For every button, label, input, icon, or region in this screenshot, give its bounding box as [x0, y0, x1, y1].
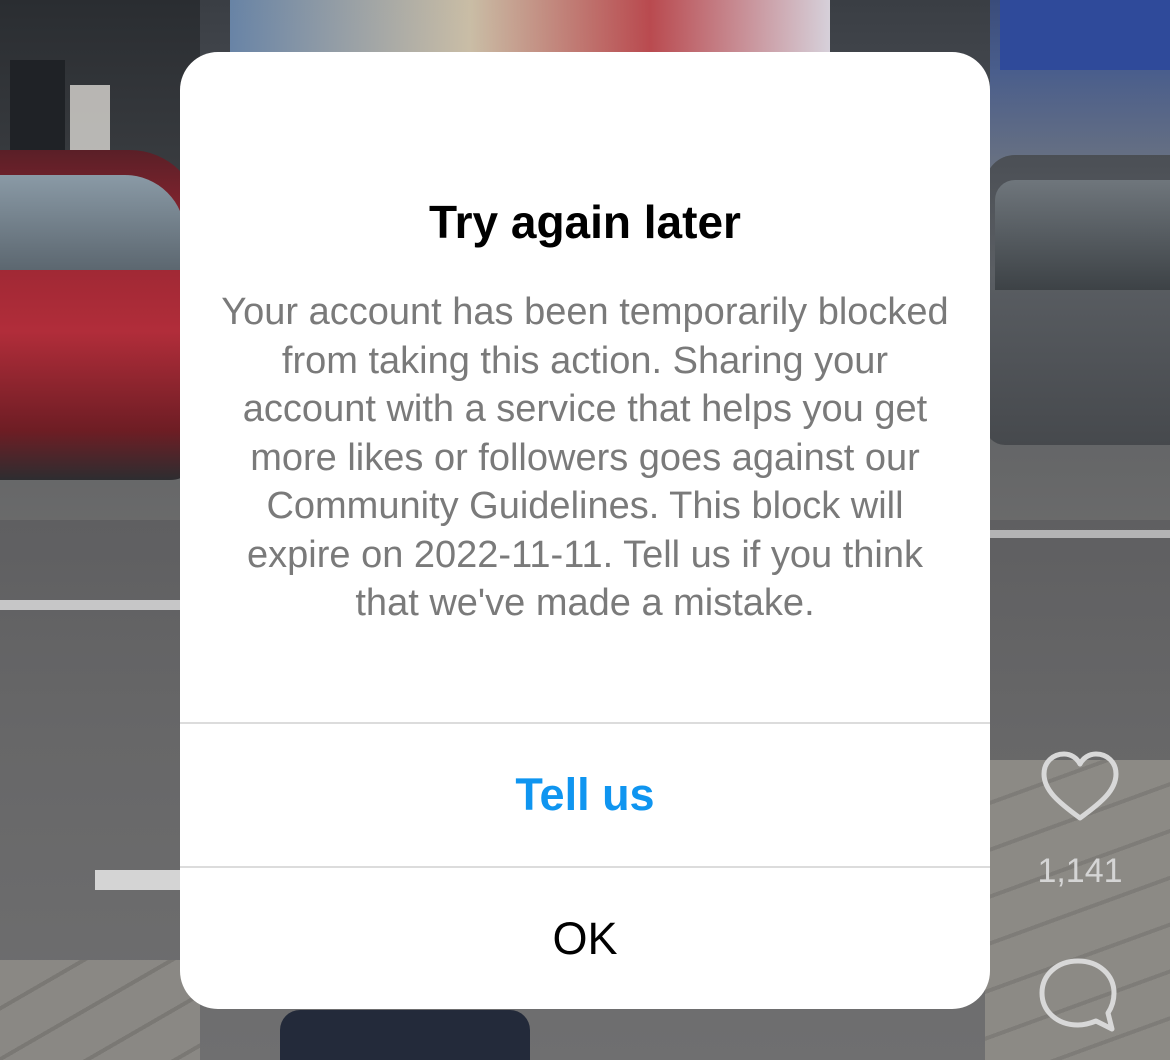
background-lane-marking	[0, 600, 190, 610]
tell-us-button[interactable]: Tell us	[180, 724, 990, 866]
background-red-car-window	[0, 175, 185, 270]
like-count: 1,141	[1037, 852, 1123, 890]
dialog-title: Try again later	[429, 196, 741, 248]
background-lane-marking	[95, 870, 185, 890]
background-curb	[0, 960, 200, 1060]
background-person	[280, 1010, 530, 1060]
reel-screen: 1,141 Try again later Your account has b…	[0, 0, 1170, 1060]
dialog-message: Your account has been temporarily blocke…	[221, 291, 949, 624]
heart-icon[interactable]	[1040, 750, 1120, 825]
background-figure	[230, 0, 830, 60]
comment-icon[interactable]	[1036, 955, 1121, 1035]
alert-dialog: Try again later Your account has been te…	[180, 52, 990, 1009]
background-sign	[1000, 0, 1170, 70]
ok-button[interactable]: OK	[180, 868, 990, 1009]
background-lane-marking	[990, 530, 1170, 538]
background-grey-car-window	[995, 180, 1170, 290]
